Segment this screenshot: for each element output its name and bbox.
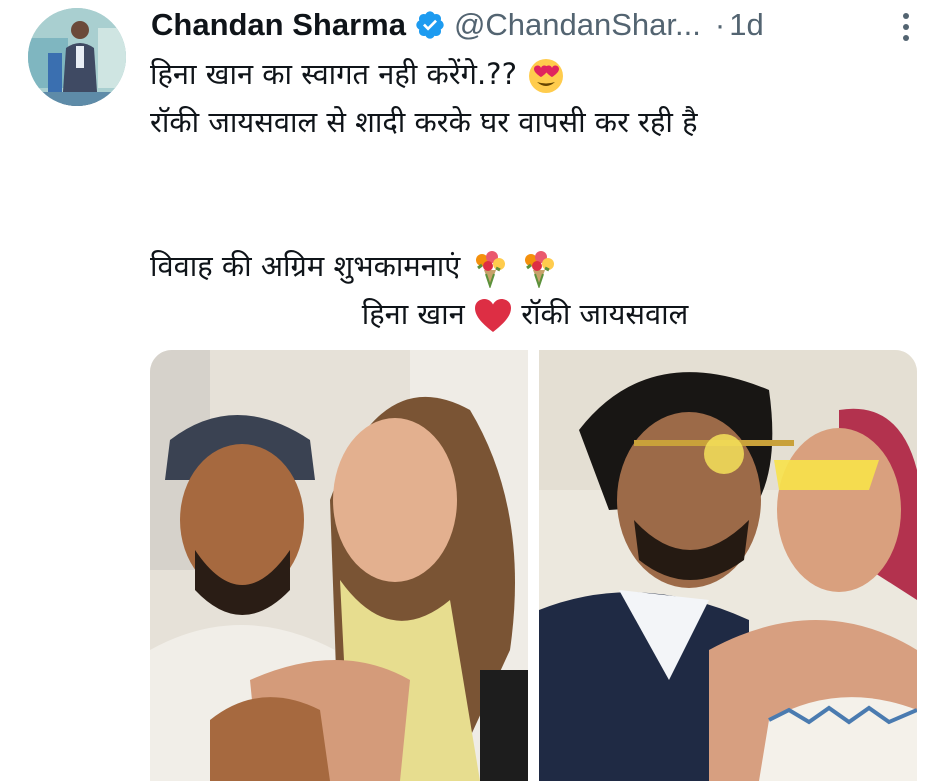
- red-heart-emoji-icon: [474, 299, 511, 332]
- avatar-image: [28, 8, 126, 106]
- tweet-line-1: हिना खान का स्वागत नही करेंगे.??: [150, 50, 910, 98]
- separator-dot: ·: [714, 7, 726, 42]
- timestamp[interactable]: 1d: [729, 7, 763, 43]
- tweet-text: हिना खान का स्वागत नही करेंगे.?? रॉकी जा…: [150, 50, 910, 290]
- photo-couple-right[interactable]: [539, 350, 917, 781]
- tweet[interactable]: Chandan Sharma @ChandanShar... · 1d हिना…: [0, 0, 945, 781]
- tweet-line-1-text: हिना खान का स्वागत नही करेंगे.??: [150, 57, 517, 91]
- tweet-header: Chandan Sharma @ChandanShar... · 1d: [151, 4, 764, 46]
- tweet-caption: हिना खान रॉकी जायसवाल: [150, 290, 900, 338]
- tweet-line-4: विवाह की अग्रिम शुभकामनाएं: [150, 242, 910, 290]
- bouquet-emoji-icon: [524, 251, 554, 288]
- photo-couple-left[interactable]: [150, 350, 528, 781]
- avatar[interactable]: [28, 8, 126, 106]
- photo-left-image: [150, 350, 528, 781]
- media-grid[interactable]: [150, 350, 917, 781]
- author-handle[interactable]: @ChandanShar...: [454, 7, 701, 43]
- heart-eyes-emoji-icon: [529, 59, 564, 93]
- tweet-line-4-text: विवाह की अग्रिम शुभकामनाएं: [150, 249, 461, 283]
- photo-right-image: [539, 350, 917, 781]
- caption-left-name: हिना खान: [361, 297, 465, 331]
- tweet-line-2: रॉकी जायसवाल से शादी करके घर वापसी कर रह…: [150, 105, 698, 139]
- more-options-icon[interactable]: [901, 12, 911, 42]
- verified-badge-icon: [416, 11, 444, 39]
- tweet-line-3: [150, 146, 910, 194]
- caption-right-name: रॉकी जायसवाल: [521, 297, 689, 331]
- author-name[interactable]: Chandan Sharma: [151, 7, 406, 43]
- bouquet-emoji-icon: [475, 251, 505, 288]
